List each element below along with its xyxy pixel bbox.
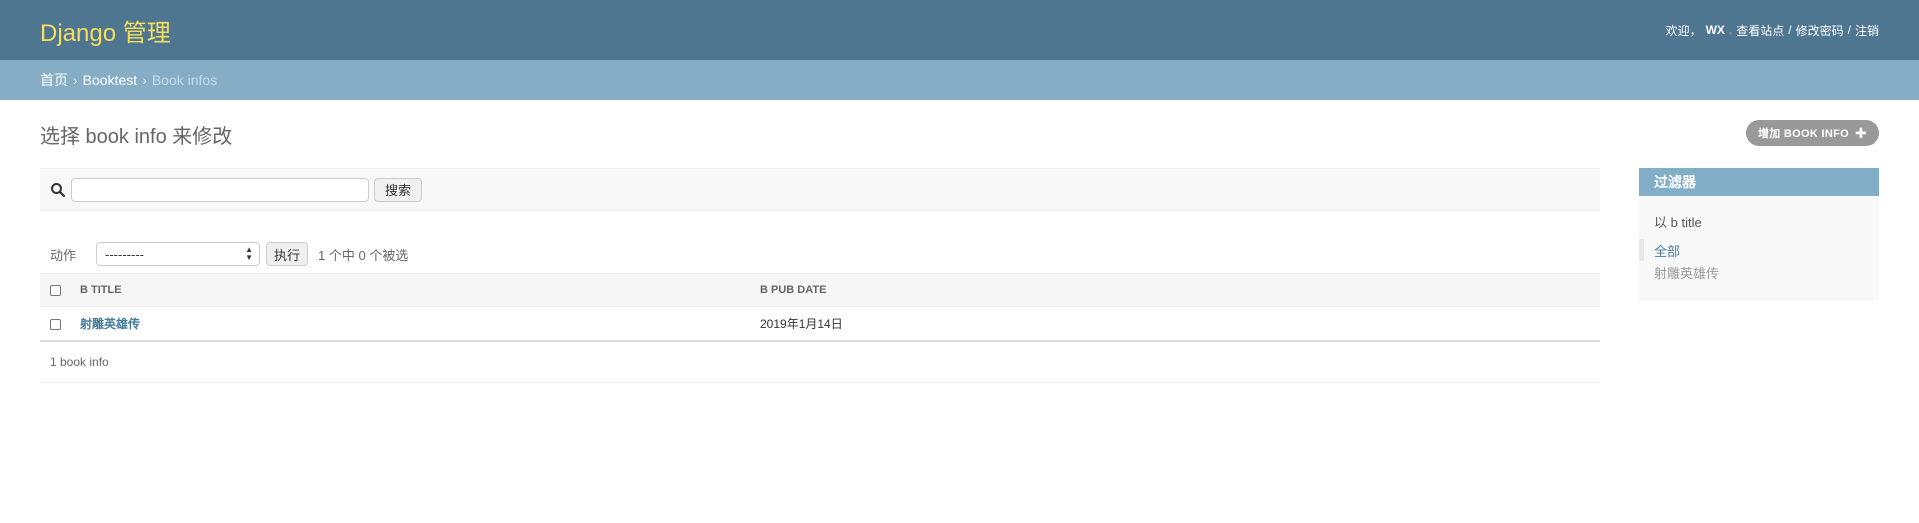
breadcrumb-current: Book infos: [151, 72, 218, 88]
select-arrows-icon: ▲ ▼: [245, 245, 254, 262]
select-all-checkbox[interactable]: [50, 284, 61, 296]
user-tools: 欢迎， WX. 查看站点 / 修改密码 / 注销: [1666, 22, 1879, 39]
site-brand[interactable]: Django 管理: [40, 13, 171, 48]
breadcrumb-home[interactable]: 首页: [40, 70, 68, 90]
username: WX: [1705, 23, 1725, 37]
change-password-link[interactable]: 修改密码: [1796, 22, 1844, 39]
row-checkbox[interactable]: [50, 318, 61, 330]
changelist: 搜索 动作 --------- ▲ ▼ 执行 1 个中 0 个被选 B TITLE…: [40, 168, 1600, 383]
welcome-text: 欢迎，: [1665, 23, 1702, 38]
row-check-cell: [40, 306, 80, 341]
plus-icon: ✚: [1854, 125, 1867, 141]
filter-option-all[interactable]: 全部: [1639, 239, 1879, 261]
view-site-link[interactable]: 查看站点: [1736, 22, 1784, 39]
column-header-b-title[interactable]: B TITLE: [80, 273, 760, 307]
username-dot: .: [1728, 23, 1733, 37]
filter-panel: 过滤器 以 b title 全部 射雕英雄传: [1639, 168, 1879, 301]
breadcrumb-separator: ›: [73, 72, 78, 88]
logout-link[interactable]: 注销: [1855, 22, 1879, 39]
actions-label: 动作: [50, 247, 77, 263]
actions-bar: 动作 --------- ▲ ▼ 执行 1 个中 0 个被选: [40, 235, 1600, 273]
run-action-button[interactable]: 执行: [266, 242, 309, 266]
row-title-link[interactable]: 射雕英雄传: [80, 317, 140, 331]
action-select[interactable]: --------- ▲ ▼: [96, 242, 261, 266]
filter-option-item[interactable]: 射雕英雄传: [1639, 261, 1879, 283]
paginator: 1 book info: [40, 341, 1600, 383]
breadcrumb-app[interactable]: Booktest: [83, 72, 137, 88]
action-select-value: ---------: [105, 246, 144, 262]
user-tools-separator: /: [1788, 23, 1792, 37]
search-toolbar: 搜索: [40, 168, 1600, 211]
search-input[interactable]: [71, 177, 369, 202]
header: Django 管理 欢迎， WX. 查看站点 / 修改密码 / 注销: [0, 0, 1919, 60]
page-title: 选择 book info 来修改: [40, 126, 233, 148]
b-pub-date-cell: 2019年1月14日: [760, 306, 1600, 341]
add-button-label: 增加 BOOK INFO: [1757, 128, 1849, 140]
filter-title: 过滤器: [1639, 168, 1879, 196]
b-title-cell: 射雕英雄传: [80, 306, 760, 341]
search-button[interactable]: 搜索: [374, 177, 423, 202]
search-icon: [50, 182, 66, 198]
add-book-info-button[interactable]: 增加 BOOK INFO ✚: [1745, 120, 1879, 146]
column-header-b-pub-date[interactable]: B PUB DATE: [760, 273, 1600, 307]
user-tools-separator: /: [1847, 23, 1851, 37]
breadcrumb: 首页 › Booktest › Book infos: [0, 60, 1919, 100]
table-row: 射雕英雄传 2019年1月14日: [40, 306, 1600, 341]
table-header-row: B TITLE B PUB DATE: [40, 273, 1600, 307]
results-table: B TITLE B PUB DATE 射雕英雄传 2019年1月14日: [40, 273, 1600, 341]
breadcrumb-separator: ›: [142, 72, 147, 88]
filter-subtitle: 以 b title: [1654, 215, 1702, 230]
selection-counter: 1 个中 0 个被选: [318, 247, 409, 263]
select-all-cell: [40, 273, 80, 307]
